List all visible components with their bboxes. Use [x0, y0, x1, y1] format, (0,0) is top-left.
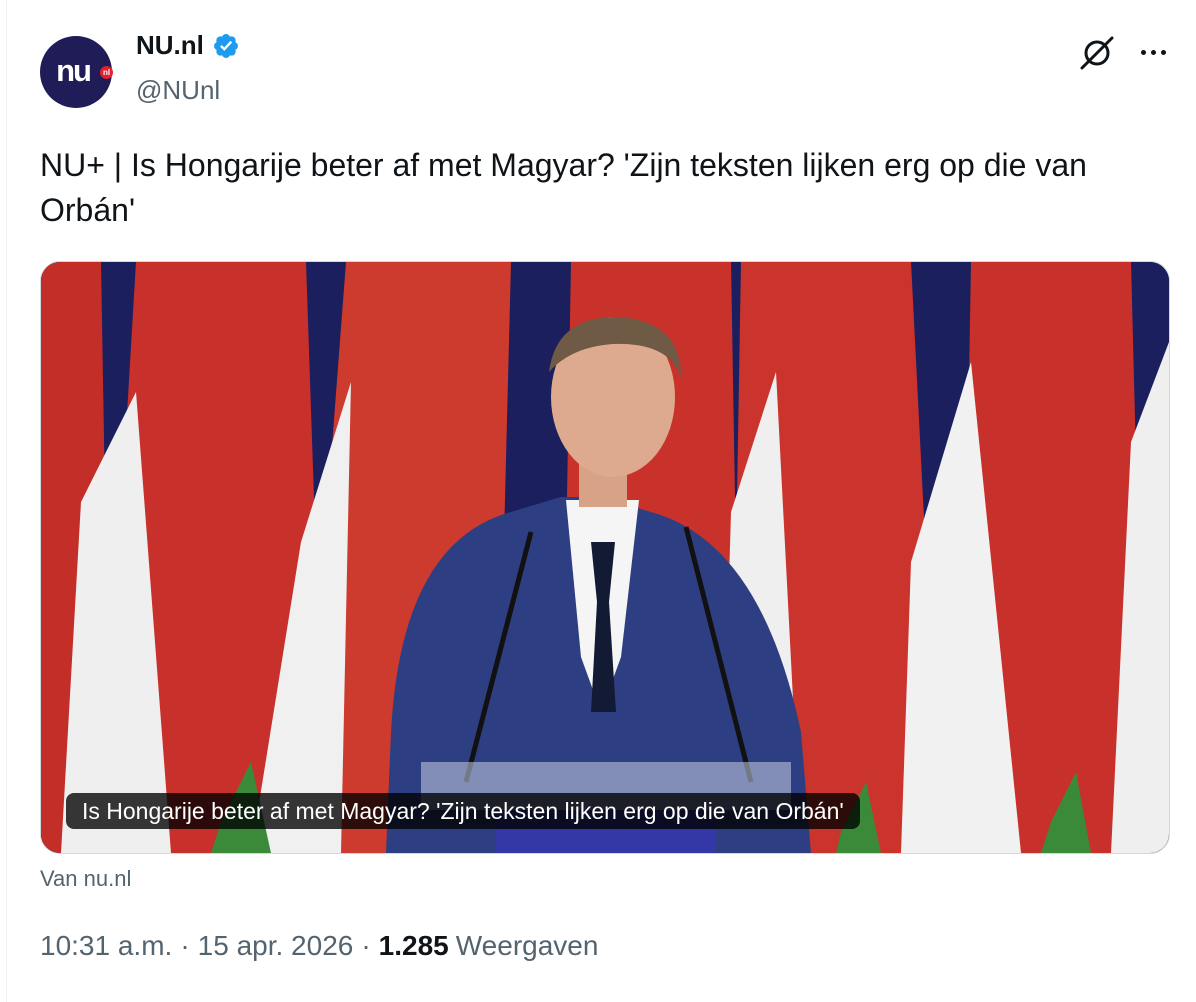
more-dot [1140, 49, 1146, 55]
timeline-border [6, 0, 7, 1002]
views-count: 1.285 [378, 930, 449, 961]
tweet-text: NU+ | Is Hongarije beter af met Magyar? … [40, 147, 1087, 228]
meta-separator: · [361, 930, 371, 961]
tweet-time[interactable]: 10:31 a.m. [40, 930, 172, 962]
avatar-logo-badge: nl [100, 66, 113, 79]
verified-badge-icon[interactable] [212, 32, 240, 60]
grok-icon[interactable] [1078, 34, 1116, 72]
author-name-row[interactable]: NU.nl [136, 30, 240, 61]
author-handle[interactable]: @NUnl [136, 75, 220, 106]
views-label: Weergaven [455, 930, 599, 961]
tweet-date[interactable]: 15 apr. 2026 [198, 930, 354, 962]
tweet-meta: 10:31 a.m. · 15 apr. 2026 · 1.285 Weerga… [40, 930, 598, 962]
more-dot [1150, 49, 1156, 55]
card-source-link[interactable]: Van nu.nl [40, 866, 131, 892]
card-caption: Is Hongarije beter af met Magyar? 'Zijn … [66, 793, 860, 829]
display-name[interactable]: NU.nl [136, 30, 204, 61]
more-dot [1160, 49, 1166, 55]
avatar[interactable]: nu nl [40, 36, 113, 108]
avatar-logo-text: nu [56, 53, 92, 88]
meta-separator: · [180, 930, 190, 961]
more-icon[interactable] [1136, 37, 1170, 67]
link-card[interactable]: Is Hongarije beter af met Magyar? 'Zijn … [40, 261, 1170, 854]
card-image [41, 262, 1169, 853]
